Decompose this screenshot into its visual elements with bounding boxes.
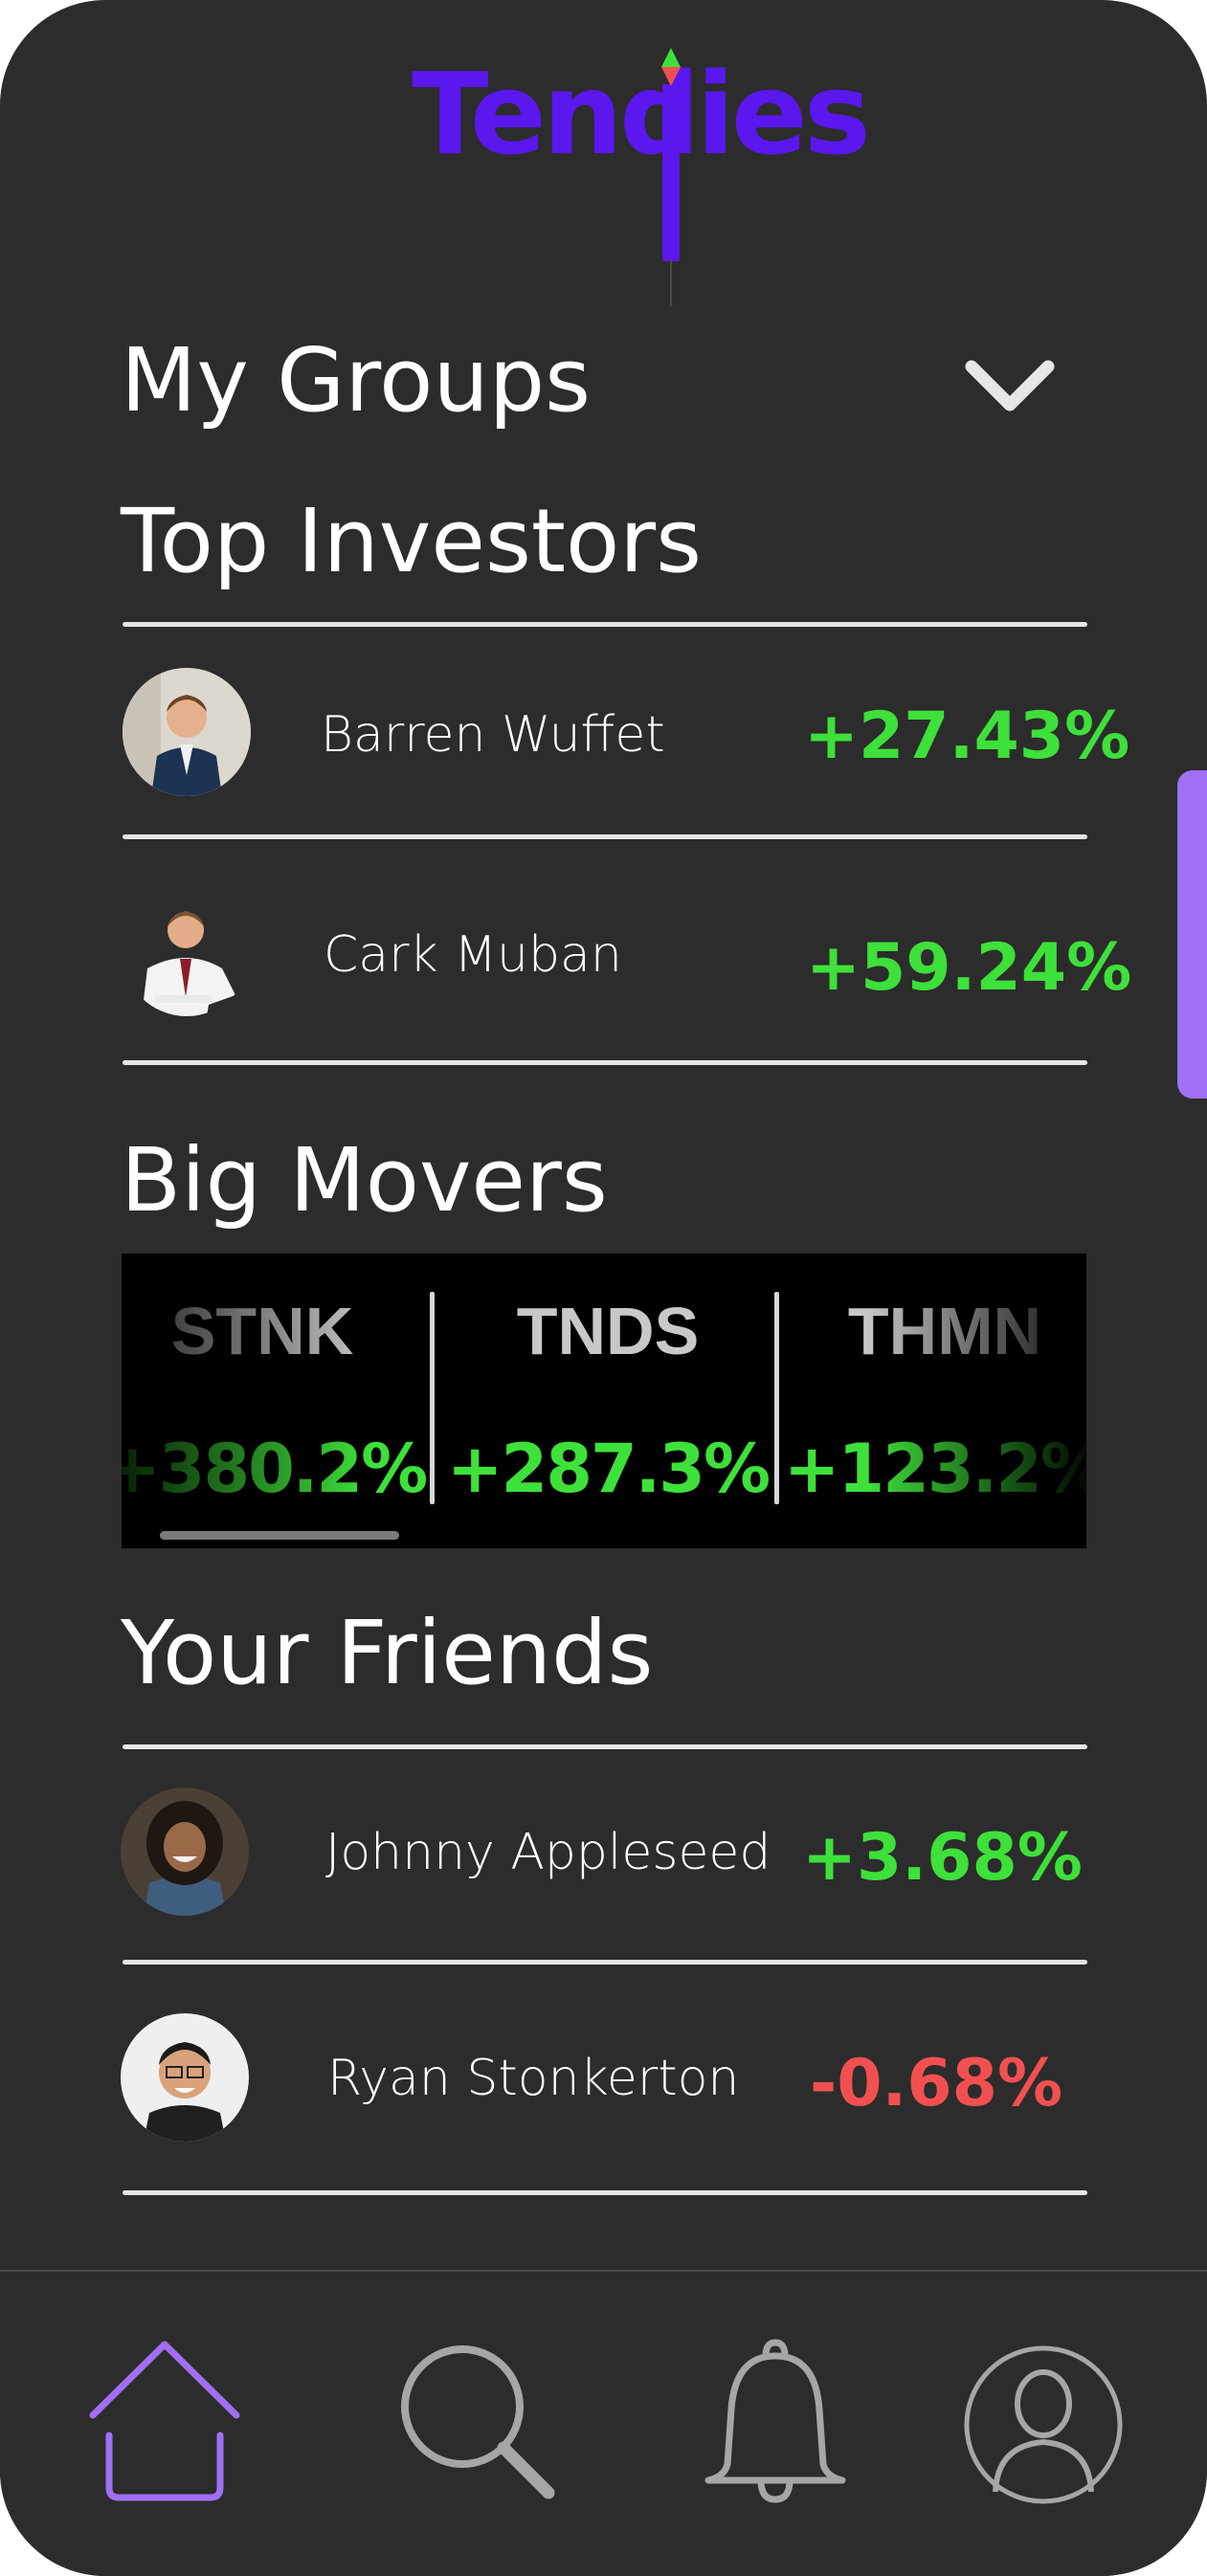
investor-name: Barren Wuffet: [321, 706, 665, 764]
profile-icon[interactable]: [957, 2339, 1129, 2511]
big-movers-title: Big Movers: [121, 1129, 608, 1232]
carousel-fade-left: [122, 1254, 370, 1548]
friend-name: Johnny Appleseed: [325, 1824, 771, 1881]
page-scrollbar[interactable]: [1177, 770, 1207, 1099]
friend-name: Ryan Stonkerton: [327, 2050, 740, 2107]
carousel-scroll-indicator[interactable]: [160, 1531, 399, 1540]
mover-change: +287.3%: [446, 1430, 771, 1508]
divider: [123, 2190, 1087, 2195]
divider: [123, 834, 1087, 839]
investor-change: +59.24%: [806, 930, 1132, 1006]
avatar: [123, 888, 251, 1016]
divider: [123, 1744, 1087, 1749]
avatar: [123, 668, 251, 796]
divider: [123, 1060, 1087, 1065]
top-investors-title: Top Investors: [121, 490, 703, 592]
mover-ticker: TNDS: [516, 1294, 700, 1368]
logo-candle-body: [662, 84, 680, 261]
logo-candle-wick: [670, 258, 672, 306]
investor-name: Cark Muban: [324, 926, 622, 984]
friend-change: +3.68%: [802, 1820, 1083, 1896]
friend-change: -0.68%: [810, 2046, 1063, 2121]
app-screen: Tendies My Groups Top Investors Barren W…: [0, 0, 1207, 2576]
mover-separator: [430, 1292, 435, 1504]
home-icon[interactable]: [78, 2335, 251, 2507]
logo-diamond-icon: [661, 48, 681, 86]
your-friends-title: Your Friends: [121, 1602, 654, 1704]
chevron-down-icon[interactable]: [962, 352, 1058, 419]
search-icon[interactable]: [391, 2335, 563, 2507]
divider: [123, 1960, 1087, 1965]
divider: [123, 622, 1087, 627]
my-groups-title[interactable]: My Groups: [121, 337, 591, 425]
mover-separator: [774, 1292, 779, 1504]
investor-change: +27.43%: [804, 699, 1130, 774]
avatar: [121, 2013, 249, 2142]
avatar: [121, 1788, 249, 1916]
big-movers-carousel[interactable]: STNK +380.2% TNDS +287.3% THMN +123.2%: [122, 1254, 1086, 1548]
mover-card[interactable]: TNDS +287.3%: [440, 1254, 775, 1548]
bell-icon[interactable]: [689, 2335, 861, 2507]
logo-wordmark: Tendies: [412, 48, 871, 180]
app-logo: Tendies: [412, 38, 871, 306]
carousel-fade-right: [866, 1254, 1086, 1548]
